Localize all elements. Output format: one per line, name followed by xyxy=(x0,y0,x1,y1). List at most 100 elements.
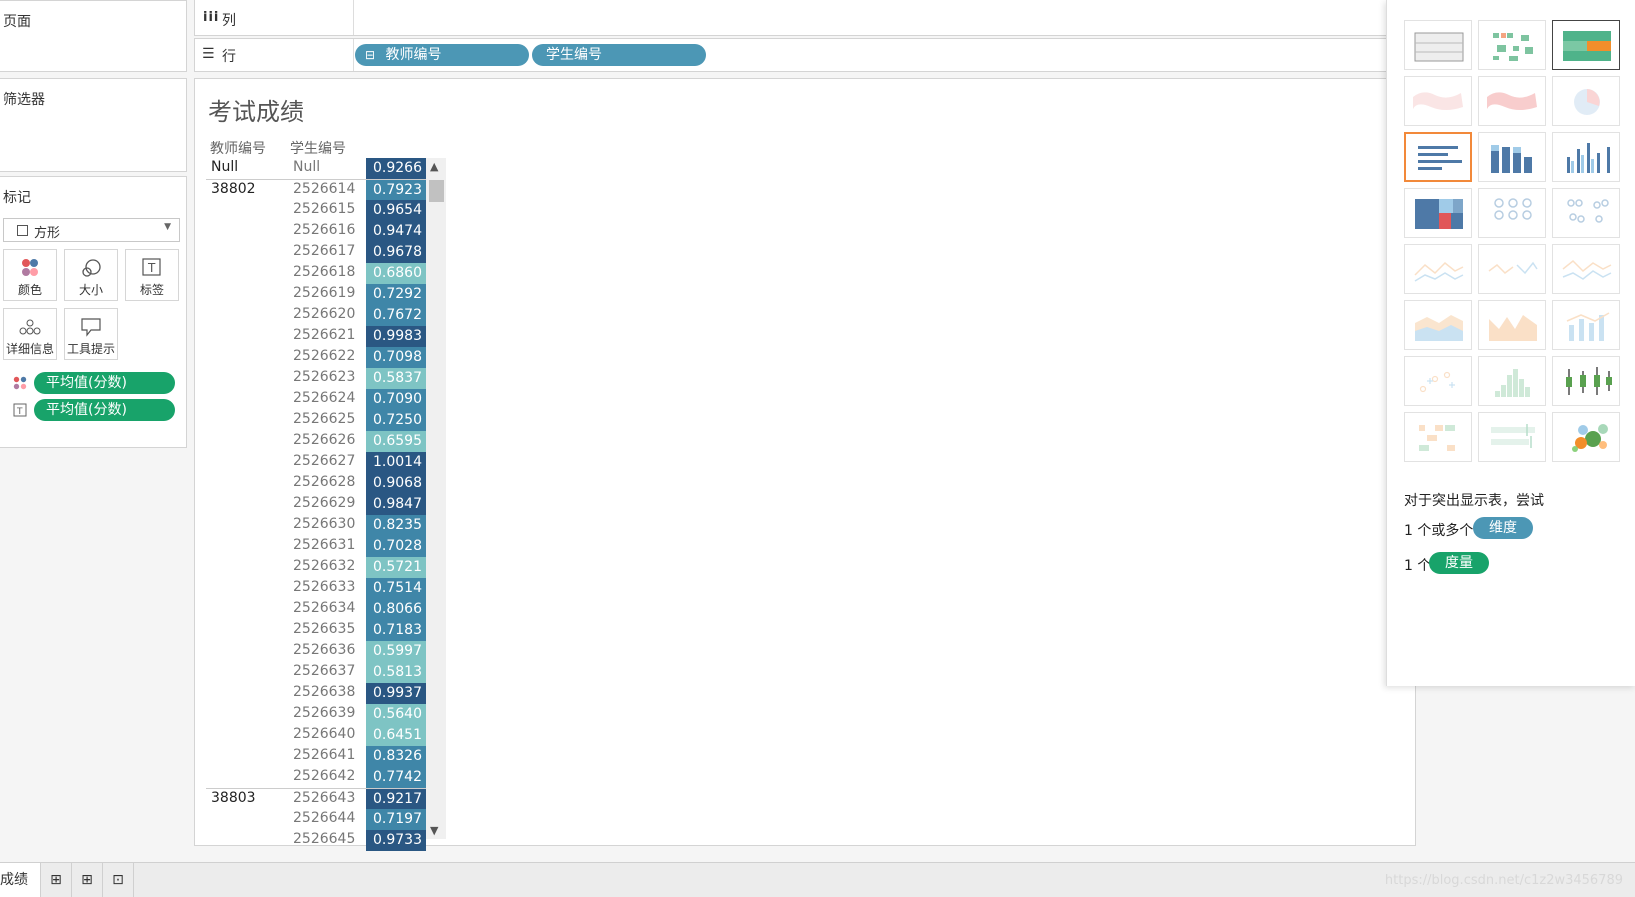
table-row[interactable]: 2526630 0.8235 xyxy=(206,515,426,536)
row-pill-teacher-id[interactable]: ⊟ 教师编号 xyxy=(355,44,529,66)
showme-area-discrete[interactable] xyxy=(1478,300,1546,350)
score-cell[interactable]: 0.7028 xyxy=(366,536,426,557)
table-row[interactable]: 2526618 0.6860 xyxy=(206,263,426,284)
new-story-button[interactable]: ⊡ xyxy=(103,863,134,897)
showme-continuous-lines[interactable] xyxy=(1404,244,1472,294)
showme-scatter-plot[interactable] xyxy=(1404,356,1472,406)
score-cell[interactable]: 0.6595 xyxy=(366,431,426,452)
showme-bullet-graph[interactable] xyxy=(1478,412,1546,462)
table-row[interactable]: 2526638 0.9937 xyxy=(206,683,426,704)
score-cell[interactable]: 0.9847 xyxy=(366,494,426,515)
showme-discrete-lines[interactable] xyxy=(1478,244,1546,294)
showme-horizontal-bars[interactable] xyxy=(1404,132,1472,182)
sheet-tab-active[interactable]: 成绩 xyxy=(0,863,41,897)
showme-circle-views[interactable] xyxy=(1478,188,1546,238)
table-row[interactable]: 2526639 0.5640 xyxy=(206,704,426,725)
showme-gantt-chart[interactable] xyxy=(1404,412,1472,462)
score-cell[interactable]: 0.7923 xyxy=(366,180,426,201)
filters-panel[interactable]: 筛选器 xyxy=(0,78,187,172)
showme-pie-chart[interactable] xyxy=(1552,76,1620,126)
pages-panel[interactable]: 页面 xyxy=(0,0,187,72)
score-cell[interactable]: 1.0014 xyxy=(366,452,426,473)
row-pill-student-id[interactable]: 学生编号 xyxy=(532,44,706,66)
showme-filled-map[interactable] xyxy=(1478,76,1546,126)
showme-dual-lines[interactable] xyxy=(1552,244,1620,294)
table-row[interactable]: 2526632 0.5721 xyxy=(206,557,426,578)
showme-box-whisker[interactable] xyxy=(1552,356,1620,406)
score-cell[interactable]: 0.6451 xyxy=(366,725,426,746)
size-button[interactable]: 大小 xyxy=(64,249,118,301)
vertical-scrollbar[interactable]: ▲ ▼ xyxy=(426,158,446,839)
showme-area-continuous[interactable] xyxy=(1404,300,1472,350)
score-cell[interactable]: 0.9678 xyxy=(366,242,426,263)
score-cell[interactable]: 0.9983 xyxy=(366,326,426,347)
table-row[interactable]: 2526620 0.7672 xyxy=(206,305,426,326)
score-cell[interactable]: 0.7292 xyxy=(366,284,426,305)
color-field-pill[interactable]: 平均值(分数) xyxy=(34,372,175,394)
new-worksheet-button[interactable]: ⊞ xyxy=(41,863,72,897)
mark-type-dropdown[interactable]: 方形 ▼ xyxy=(3,218,180,242)
showme-symbol-map[interactable] xyxy=(1404,76,1472,126)
score-cell[interactable]: 0.7183 xyxy=(366,620,426,641)
score-cell[interactable]: 0.7514 xyxy=(366,578,426,599)
table-row[interactable]: 2526615 0.9654 xyxy=(206,200,426,221)
score-cell[interactable]: 0.9217 xyxy=(366,789,426,810)
detail-button[interactable]: 详细信息 xyxy=(3,308,57,360)
score-cell[interactable]: 0.8235 xyxy=(366,515,426,536)
score-cell[interactable]: 0.6860 xyxy=(366,263,426,284)
label-button[interactable]: T 标签 xyxy=(125,249,179,301)
columns-shelf[interactable] xyxy=(194,0,1394,36)
score-cell[interactable]: 0.8066 xyxy=(366,599,426,620)
table-row[interactable]: 2526628 0.9068 xyxy=(206,473,426,494)
table-row[interactable]: 2526624 0.7090 xyxy=(206,389,426,410)
score-cell[interactable]: 0.5837 xyxy=(366,368,426,389)
table-row[interactable]: 2526642 0.7742 xyxy=(206,767,426,788)
table-row[interactable]: 2526617 0.9678 xyxy=(206,242,426,263)
table-row[interactable]: 2526633 0.7514 xyxy=(206,578,426,599)
showme-packed-bubbles[interactable] xyxy=(1552,412,1620,462)
table-row[interactable]: 2526640 0.6451 xyxy=(206,725,426,746)
score-cell[interactable]: 0.9474 xyxy=(366,221,426,242)
showme-highlight-table[interactable] xyxy=(1552,20,1620,70)
score-cell[interactable]: 0.5997 xyxy=(366,641,426,662)
table-row[interactable]: 38802 2526614 0.7923 xyxy=(206,179,426,201)
score-cell[interactable]: 0.9654 xyxy=(366,200,426,221)
score-cell[interactable]: 0.9266 xyxy=(366,158,426,179)
score-cell[interactable]: 0.7197 xyxy=(366,809,426,830)
showme-side-by-side-circles[interactable] xyxy=(1552,188,1620,238)
showme-treemap[interactable] xyxy=(1404,188,1472,238)
showme-heat-map[interactable] xyxy=(1478,20,1546,70)
table-row[interactable]: 2526629 0.9847 xyxy=(206,494,426,515)
table-row[interactable]: 38803 2526643 0.9217 xyxy=(206,788,426,810)
score-cell[interactable]: 0.7250 xyxy=(366,410,426,431)
table-row[interactable]: 2526645 0.9733 xyxy=(206,830,426,851)
table-row[interactable]: 2526619 0.7292 xyxy=(206,284,426,305)
score-cell[interactable]: 0.7090 xyxy=(366,389,426,410)
color-button[interactable]: 颜色 xyxy=(3,249,57,301)
table-row[interactable]: 2526636 0.5997 xyxy=(206,641,426,662)
score-cell[interactable]: 0.5721 xyxy=(366,557,426,578)
table-row[interactable]: 2526634 0.8066 xyxy=(206,599,426,620)
table-row[interactable]: 2526631 0.7028 xyxy=(206,536,426,557)
table-row[interactable]: 2526625 0.7250 xyxy=(206,410,426,431)
table-row[interactable]: 2526626 0.6595 xyxy=(206,431,426,452)
table-row[interactable]: 2526621 0.9983 xyxy=(206,326,426,347)
score-cell[interactable]: 0.7672 xyxy=(366,305,426,326)
score-cell[interactable]: 0.5813 xyxy=(366,662,426,683)
score-cell[interactable]: 0.9733 xyxy=(366,830,426,851)
scroll-down-icon[interactable]: ▼ xyxy=(430,824,438,837)
table-row[interactable]: 2526623 0.5837 xyxy=(206,368,426,389)
showme-side-by-side-bars[interactable] xyxy=(1552,132,1620,182)
score-cell[interactable]: 0.8326 xyxy=(366,746,426,767)
table-row[interactable]: Null Null 0.9266 xyxy=(206,158,426,179)
score-cell[interactable]: 0.7742 xyxy=(366,767,426,788)
score-cell[interactable]: 0.7098 xyxy=(366,347,426,368)
new-dashboard-button[interactable]: ⊞ xyxy=(72,863,103,897)
score-cell[interactable]: 0.9068 xyxy=(366,473,426,494)
scrollbar-thumb[interactable] xyxy=(429,180,444,202)
table-row[interactable]: 2526635 0.7183 xyxy=(206,620,426,641)
table-row[interactable]: 2526622 0.7098 xyxy=(206,347,426,368)
showme-text-table[interactable] xyxy=(1404,20,1472,70)
tooltip-button[interactable]: 工具提示 xyxy=(64,308,118,360)
table-row[interactable]: 2526641 0.8326 xyxy=(206,746,426,767)
